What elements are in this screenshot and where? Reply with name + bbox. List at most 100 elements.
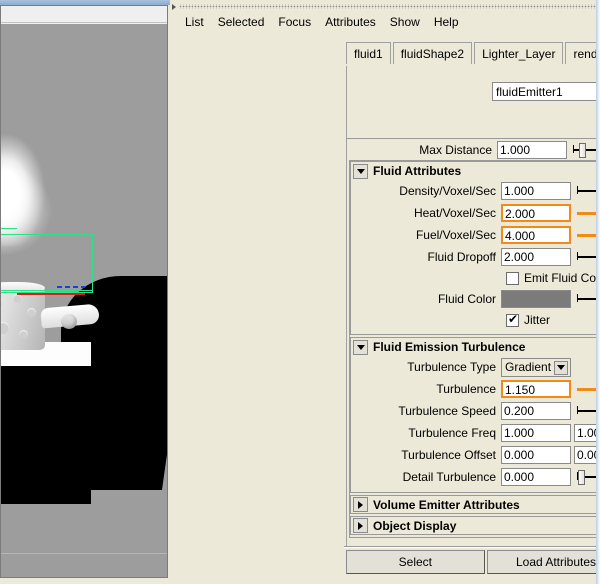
bottom-separator: [344, 546, 600, 548]
fuel-voxel-sec-label: Fuel/Voxel/Sec: [415, 228, 496, 242]
viewport-lower-band: [1, 553, 167, 577]
attribute-scroll-area: Fluid Attributes Density/Voxel/Sec 1.000…: [349, 160, 600, 538]
menu-help[interactable]: Help: [427, 13, 466, 31]
menu-bar: List Selected Focus Attributes Show Help: [174, 12, 598, 32]
fluid-attributes-header[interactable]: Fluid Attributes: [351, 162, 600, 180]
fluid-emission-turbulence-section: Fluid Emission Turbulence Turbulence Typ…: [350, 337, 600, 493]
chevron-right-icon[interactable]: [353, 497, 368, 512]
panel-drag-handle[interactable]: [172, 2, 598, 11]
node-name-field[interactable]: fluidEmitter1: [492, 82, 600, 101]
cast-shadow-edge: [1, 424, 89, 504]
menu-list[interactable]: List: [178, 13, 211, 31]
window-right-edge: [596, 0, 600, 584]
fluid-color-row: Fluid Color: [351, 288, 600, 310]
turbulence-offset-label: Turbulence Offset: [401, 448, 496, 462]
lighter-dot: [27, 308, 36, 317]
chevron-down-icon[interactable]: [353, 339, 368, 355]
drag-dots-icon[interactable]: [179, 4, 598, 9]
tab-renderLayerManager[interactable]: renderLayerManager: [565, 42, 600, 64]
turbulence-field[interactable]: 1.150: [501, 380, 571, 398]
fuel-voxel-sec-row: Fuel/Voxel/Sec 4.000: [351, 224, 600, 246]
turbulence-type-dropdown[interactable]: Gradient: [501, 357, 571, 377]
viewport-frame: [0, 5, 168, 578]
tab-Lighter_Layer[interactable]: Lighter_Layer: [474, 42, 564, 64]
fluid-dropoff-field[interactable]: 2.000: [501, 248, 571, 266]
jitter-label: Jitter: [524, 313, 551, 327]
max-distance-label: Max Distance: [419, 143, 492, 157]
heat-voxel-sec-label: Heat/Voxel/Sec: [413, 206, 496, 220]
jitter-checkbox[interactable]: [506, 312, 519, 327]
menu-focus[interactable]: Focus: [271, 13, 318, 31]
slider-handle[interactable]: [578, 143, 586, 158]
heat-voxel-sec-row: Heat/Voxel/Sec 2.000: [351, 202, 600, 224]
cast-shadow-lower: [75, 390, 167, 490]
max-distance-field[interactable]: 1.000: [497, 141, 567, 159]
maya-attribute-editor-window: List Selected Focus Attributes Show Help…: [0, 0, 600, 584]
viewport-menubar[interactable]: [1, 6, 167, 23]
turbulence-title: Fluid Emission Turbulence: [373, 340, 526, 354]
node-tab-bar: fluid1 fluidShape2 Lighter_Layer renderL…: [346, 36, 600, 66]
heat-voxel-sec-field[interactable]: 2.000: [501, 204, 571, 222]
object-display-title: Object Display: [373, 518, 457, 533]
detail-turbulence-row: Detail Turbulence 0.000: [351, 466, 600, 488]
axis-x-indicator: [17, 293, 85, 295]
lighter-lever-knob: [61, 314, 77, 329]
detail-turbulence-label: Detail Turbulence: [402, 470, 496, 484]
chevron-down-icon[interactable]: [554, 360, 568, 375]
axis-z-indicator: [57, 286, 85, 288]
bottom-button-bar: Select Load Attributes Copy Tab: [346, 550, 600, 578]
lighter-dot: [19, 330, 28, 339]
turbulence-type-row: Turbulence Type Gradient: [351, 356, 600, 378]
turbulence-type-label: Turbulence Type: [407, 360, 496, 374]
emit-fluid-color-row: Emit Fluid Color: [351, 268, 600, 288]
max-distance-row: Max Distance 1.000: [347, 138, 600, 160]
fluid-color-swatch[interactable]: [501, 290, 571, 308]
turbulence-speed-field[interactable]: 0.200: [501, 402, 571, 420]
viewport-pane: [0, 0, 170, 584]
lighter-dot: [1, 322, 9, 334]
density-voxel-sec-row: Density/Voxel/Sec 1.000: [351, 180, 600, 202]
attribute-editor-pane: List Selected Focus Attributes Show Help…: [170, 0, 600, 584]
turbulence-freq-x-field[interactable]: 1.000: [501, 424, 571, 442]
turbulence-row: Turbulence 1.150: [351, 378, 600, 400]
fluid-attributes-title: Fluid Attributes: [373, 164, 462, 178]
load-attributes-button[interactable]: Load Attributes: [486, 550, 600, 574]
emit-fluid-color-checkbox[interactable]: [506, 271, 519, 285]
turbulence-freq-row: Turbulence Freq 1.000 1.000 1.000: [351, 422, 600, 444]
turbulence-offset-x-field[interactable]: 0.000: [501, 446, 571, 464]
menu-selected[interactable]: Selected: [211, 13, 272, 31]
collapse-arrow-icon[interactable]: [172, 3, 176, 10]
attribute-editor-body: fluidEmitter: fluidEmitter1: [346, 66, 600, 546]
turbulence-offset-row: Turbulence Offset 0.000 0.000 0.000: [351, 444, 600, 466]
turbulence-freq-label: Turbulence Freq: [408, 426, 496, 440]
turbulence-type-value: Gradient: [505, 360, 552, 374]
select-button[interactable]: Select: [346, 550, 485, 574]
turbulence-speed-label: Turbulence Speed: [398, 404, 496, 418]
volume-emitter-attributes-section[interactable]: Volume Emitter Attributes: [350, 495, 600, 514]
fluid-attributes-section: Fluid Attributes Density/Voxel/Sec 1.000…: [350, 161, 600, 335]
object-display-section[interactable]: Object Display: [350, 516, 600, 535]
fluid-dropoff-row: Fluid Dropoff 2.000: [351, 246, 600, 268]
detail-turbulence-field[interactable]: 0.000: [501, 468, 571, 486]
tab-fluidShape2[interactable]: fluidShape2: [392, 42, 473, 64]
emit-fluid-color-label: Emit Fluid Color: [524, 271, 600, 285]
node-header-row: fluidEmitter: fluidEmitter1: [347, 72, 600, 134]
chevron-down-icon[interactable]: [353, 163, 368, 179]
menu-attributes[interactable]: Attributes: [318, 13, 383, 31]
density-voxel-sec-label: Density/Voxel/Sec: [399, 184, 496, 198]
turbulence-header[interactable]: Fluid Emission Turbulence: [351, 338, 600, 356]
viewport-3d-canvas[interactable]: [1, 24, 167, 553]
density-voxel-sec-field[interactable]: 1.000: [501, 182, 571, 200]
tab-fluid1[interactable]: fluid1: [346, 42, 391, 64]
volume-emitter-attributes-title: Volume Emitter Attributes: [373, 497, 520, 512]
fuel-voxel-sec-field[interactable]: 4.000: [501, 226, 571, 244]
menu-show[interactable]: Show: [383, 13, 427, 31]
jitter-row: Jitter: [351, 310, 600, 330]
fluid-container-wireframe[interactable]: [1, 226, 93, 302]
slider-handle[interactable]: [578, 470, 586, 485]
fluid-dropoff-label: Fluid Dropoff: [427, 250, 496, 264]
turbulence-speed-row: Turbulence Speed 0.200: [351, 400, 600, 422]
chevron-right-icon[interactable]: [353, 518, 368, 533]
turbulence-label: Turbulence: [436, 382, 496, 396]
scene-render: [1, 24, 167, 553]
